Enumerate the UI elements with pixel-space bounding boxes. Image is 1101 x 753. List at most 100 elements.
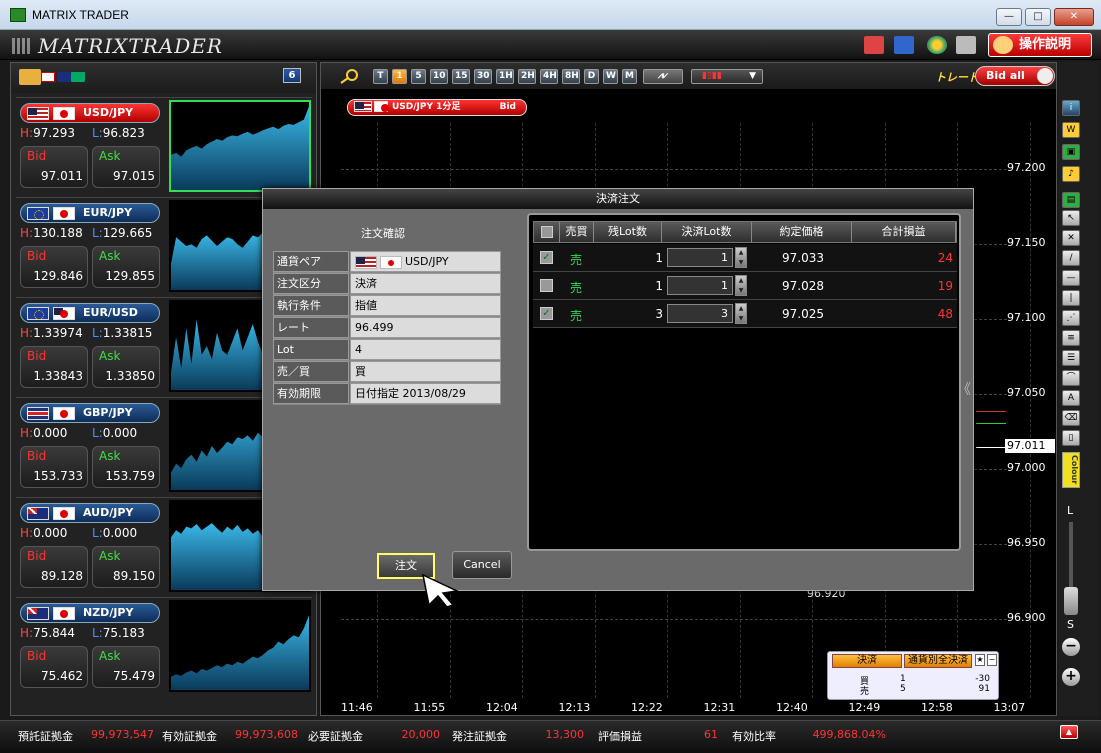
pair-name-badge[interactable]: NZD/JPY: [20, 603, 160, 623]
timeframe-5-button[interactable]: 5: [411, 69, 426, 84]
position-checkbox[interactable]: ✓: [540, 307, 553, 320]
timeframe-1-button[interactable]: 1: [392, 69, 407, 84]
text-tool-icon[interactable]: A: [1062, 390, 1080, 406]
timeframe-30-button[interactable]: 30: [474, 69, 492, 84]
lot-stepper[interactable]: ▲ ▼: [735, 303, 747, 324]
pair-card[interactable]: USD/JPY H:97.293 L:96.823 Bid 97.011 Ask 97.01…: [16, 97, 312, 193]
zoom-out-button[interactable]: −: [1062, 638, 1080, 656]
bid-quote-button[interactable]: Bid 1.33843: [20, 346, 88, 388]
crosshair-icon[interactable]: ✕: [1062, 230, 1080, 246]
toolbox-icon[interactable]: [864, 36, 884, 54]
palette-icon[interactable]: [927, 36, 947, 54]
star-icon[interactable]: ★: [975, 654, 985, 666]
bid-quote-button[interactable]: Bid 89.128: [20, 546, 88, 588]
lot-stepper[interactable]: ▲ ▼: [735, 247, 747, 268]
save-icon[interactable]: [894, 36, 914, 54]
fibonacci-icon[interactable]: ☰: [1062, 350, 1080, 366]
execution-price: 97.028: [782, 279, 824, 293]
mini-chart[interactable]: [169, 100, 311, 192]
bid-all-toggle[interactable]: Bid all: [975, 66, 1055, 86]
pair-name-badge[interactable]: USD/JPY: [20, 103, 160, 123]
printer-icon[interactable]: [956, 36, 976, 54]
ask-quote-button[interactable]: Ask 89.150: [92, 546, 160, 588]
collapse-arrow-icon[interactable]: 《: [957, 379, 971, 399]
settle-lot-input[interactable]: 1: [667, 248, 733, 267]
bid-price: 89.128: [41, 569, 83, 583]
bid-quote-button[interactable]: Bid 153.733: [20, 446, 88, 488]
vertical-line-icon[interactable]: |: [1062, 290, 1080, 306]
settle-lot-input[interactable]: 3: [667, 304, 733, 323]
status-label: 必要証拠金: [308, 730, 363, 743]
timeframe-1H-button[interactable]: 1H: [496, 69, 514, 84]
timeframe-D-button[interactable]: D: [584, 69, 599, 84]
timeframe-W-button[interactable]: W: [603, 69, 618, 84]
fan-icon[interactable]: ⋰: [1062, 310, 1080, 326]
mini-chart[interactable]: [169, 600, 311, 692]
y-tick-label: 97.150: [1007, 236, 1046, 249]
ask-quote-button[interactable]: Ask 129.855: [92, 246, 160, 288]
pair-name-badge[interactable]: AUD/JPY: [20, 503, 160, 523]
confirm-value-text: 指値: [355, 299, 377, 312]
pair-card[interactable]: NZD/JPY H:75.844 L:75.183 Bid 75.462 Ask 75.47…: [16, 597, 312, 693]
bell-icon[interactable]: ♪: [1062, 166, 1080, 182]
chart-style-button[interactable]: ⩘⩗: [643, 69, 683, 84]
ask-quote-button[interactable]: Ask 75.479: [92, 646, 160, 688]
bid-quote-button[interactable]: Bid 97.011: [20, 146, 88, 188]
timeframe-8H-button[interactable]: 8H: [562, 69, 580, 84]
pair-name-badge[interactable]: EUR/USD: [20, 303, 160, 323]
y-gridline: [341, 169, 1007, 170]
position-row[interactable]: 売 1 1 ▲ ▼ 97.028 19: [533, 272, 957, 300]
eraser-icon[interactable]: ⌫: [1062, 410, 1080, 426]
ask-quote-button[interactable]: Ask 1.33850: [92, 346, 160, 388]
low-value: L:75.183: [92, 626, 145, 640]
chart-tag-side: Bid: [499, 102, 516, 112]
horizontal-line-icon[interactable]: —: [1062, 270, 1080, 286]
zoom-in-button[interactable]: +: [1062, 668, 1080, 686]
timeframe-M-button[interactable]: M: [622, 69, 637, 84]
bid-quote-button[interactable]: Bid 129.846: [20, 246, 88, 288]
timeframe-4H-button[interactable]: 4H: [540, 69, 558, 84]
settle-button[interactable]: 決済: [832, 654, 902, 668]
minimize-button[interactable]: —: [996, 8, 1022, 26]
zoom-slider-thumb[interactable]: [1064, 587, 1078, 615]
colour-button[interactable]: Colour: [1062, 452, 1080, 488]
bid-label: Bid: [27, 649, 47, 663]
folder-icon[interactable]: [19, 69, 41, 85]
settle-lot-input[interactable]: 1: [667, 276, 733, 295]
lot-stepper[interactable]: ▲ ▼: [735, 275, 747, 296]
info-icon[interactable]: i: [1062, 100, 1080, 116]
status-expand-icon[interactable]: ▲: [1060, 725, 1078, 739]
minimize-icon[interactable]: −: [987, 654, 997, 666]
map-icon[interactable]: ▤: [1062, 192, 1080, 208]
ask-quote-button[interactable]: Ask 97.015: [92, 146, 160, 188]
chart-type-dropdown[interactable]: ▮▯▮▮ ▼: [691, 69, 763, 84]
bid-quote-button[interactable]: Bid 75.462: [20, 646, 88, 688]
position-checkbox[interactable]: ✓: [540, 251, 553, 264]
position-row[interactable]: ✓ 売 3 3 ▲ ▼ 97.025 48: [533, 300, 957, 328]
position-checkbox[interactable]: [540, 279, 553, 292]
timeframe-10-button[interactable]: 10: [430, 69, 448, 84]
pair-name-badge[interactable]: EUR/JPY: [20, 203, 160, 223]
close-button[interactable]: ✕: [1054, 8, 1094, 26]
magnifier-icon[interactable]: [339, 68, 361, 84]
ask-quote-button[interactable]: Ask 153.759: [92, 446, 160, 488]
arc-icon[interactable]: ⌒: [1062, 370, 1080, 386]
trash-icon[interactable]: ▯: [1062, 430, 1080, 446]
status-value: 13,300: [545, 728, 585, 741]
timeframe-2H-button[interactable]: 2H: [518, 69, 536, 84]
pair-name-badge[interactable]: GBP/JPY: [20, 403, 160, 423]
maximize-button[interactable]: □: [1025, 8, 1051, 26]
pair-count-badge[interactable]: 6: [283, 68, 301, 83]
help-button[interactable]: 操作説明: [988, 33, 1092, 57]
timeframe-15-button[interactable]: 15: [452, 69, 470, 84]
channel-icon[interactable]: ≡: [1062, 330, 1080, 346]
indicator-w-icon[interactable]: W: [1062, 122, 1080, 138]
position-row[interactable]: ✓ 売 1 1 ▲ ▼ 97.033 24: [533, 244, 957, 272]
trendline-icon[interactable]: /: [1062, 250, 1080, 266]
select-all-checkbox[interactable]: [540, 226, 553, 238]
pointer-icon[interactable]: ↖: [1062, 210, 1080, 226]
timeframe-T-button[interactable]: T: [373, 69, 388, 84]
settle-all-by-pair-button[interactable]: 通貨別全決済: [904, 654, 972, 668]
position-table: 売買 残Lot数 決済Lot数 約定価格 合計損益 ✓ 売 1 1 ▲ ▼ 97.033 24 売 1 1 ▲…: [527, 213, 961, 551]
chart-panel-icon[interactable]: ▣: [1062, 144, 1080, 160]
